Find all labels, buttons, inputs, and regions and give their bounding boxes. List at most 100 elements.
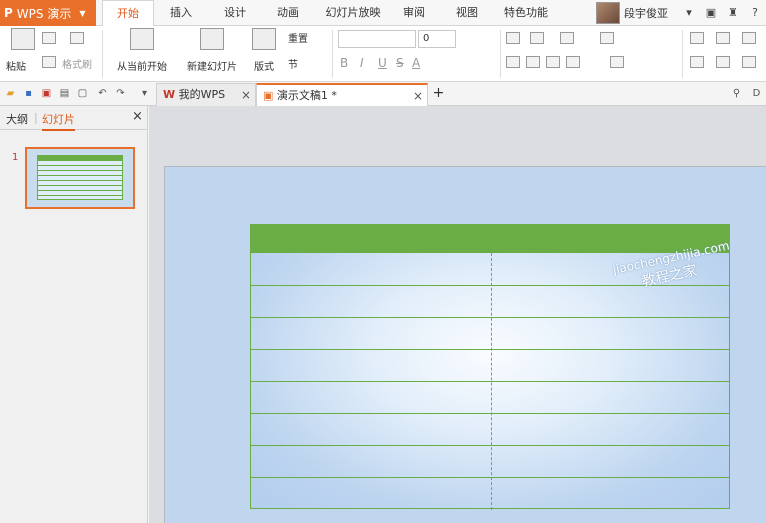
print-icon[interactable]: ▤ bbox=[58, 87, 71, 100]
table-row-line bbox=[251, 381, 729, 382]
bold-button[interactable]: B bbox=[340, 56, 348, 70]
paste-button[interactable]: 粘贴 bbox=[6, 28, 40, 73]
table-row-line bbox=[251, 445, 729, 446]
align-left-icon[interactable] bbox=[506, 56, 520, 68]
fill-icon[interactable] bbox=[742, 32, 756, 44]
copy-icon[interactable] bbox=[42, 56, 56, 68]
outline-icon[interactable] bbox=[742, 56, 756, 68]
shirt-icon[interactable]: ♜ bbox=[725, 5, 741, 21]
indent-icon[interactable] bbox=[560, 32, 574, 44]
arrange-icon[interactable] bbox=[716, 56, 730, 68]
app-name: WPS 演示 bbox=[16, 6, 72, 21]
tab-animation[interactable]: 动画 bbox=[267, 0, 309, 26]
layout-button[interactable]: 版式 bbox=[248, 28, 280, 73]
from-current-button[interactable]: 从当前开始 bbox=[110, 28, 174, 73]
divider bbox=[332, 30, 333, 78]
font-name-select[interactable] bbox=[338, 30, 416, 48]
tab-insert[interactable]: 插入 bbox=[160, 0, 202, 26]
underline-button[interactable]: U bbox=[378, 56, 387, 70]
table-row-line bbox=[251, 413, 729, 414]
line-spacing-icon[interactable] bbox=[610, 56, 624, 68]
add-tab-button[interactable]: + bbox=[432, 86, 445, 100]
ribbon-toolbar: 粘贴 格式刷 从当前开始 新建幻灯片 版式 重置 节 0 B I U S A bbox=[0, 26, 766, 82]
customize-icon[interactable]: ▾ bbox=[138, 87, 151, 100]
new-slide-icon bbox=[200, 28, 224, 50]
picture-icon[interactable] bbox=[716, 32, 730, 44]
doc-tab-mywps[interactable]: W 我的WPS × bbox=[156, 83, 256, 106]
chevron-down-icon: ▼ bbox=[79, 8, 86, 18]
redo-icon[interactable]: ↷ bbox=[114, 87, 127, 100]
tab-slides[interactable]: 幻灯片 bbox=[42, 111, 75, 131]
shapes-icon[interactable] bbox=[690, 56, 704, 68]
align-right-icon[interactable] bbox=[546, 56, 560, 68]
pin-icon[interactable]: ⚲ bbox=[730, 87, 743, 100]
menu-tab-bar: P WPS 演示 ▼ 开始 插入 设计 动画 幻灯片放映 审阅 视图 特色功能 … bbox=[0, 0, 766, 27]
font-size-select[interactable]: 0 bbox=[418, 30, 456, 48]
textbox-icon[interactable] bbox=[690, 32, 704, 44]
play-icon bbox=[130, 28, 154, 50]
app-menu-button[interactable]: P WPS 演示 ▼ bbox=[0, 0, 96, 26]
close-icon[interactable]: × bbox=[413, 85, 423, 107]
open-icon[interactable]: ▰ bbox=[4, 87, 17, 100]
thumbnail-table-body bbox=[37, 160, 123, 200]
undo-icon[interactable]: ↶ bbox=[96, 87, 109, 100]
layout-icon bbox=[252, 28, 276, 50]
slide-canvas[interactable] bbox=[164, 166, 766, 523]
chevron-down-icon[interactable]: ▾ bbox=[681, 5, 697, 21]
new-slide-button[interactable]: 新建幻灯片 bbox=[180, 28, 244, 73]
preview-icon[interactable]: ▢ bbox=[76, 87, 89, 100]
number-list-icon[interactable] bbox=[530, 32, 544, 44]
doc-tab-label: 演示文稿1 * bbox=[276, 89, 337, 102]
strike-button[interactable]: S bbox=[396, 56, 404, 70]
pane-tabs: 大纲 | 幻灯片 × bbox=[0, 106, 148, 131]
reset-button[interactable]: 重置 bbox=[288, 30, 308, 45]
close-pane-button[interactable]: × bbox=[132, 109, 143, 124]
doc-tab-presentation[interactable]: ▣ 演示文稿1 * × bbox=[256, 83, 428, 106]
table-column-divider bbox=[491, 253, 492, 510]
divider bbox=[682, 30, 683, 78]
tab-review[interactable]: 审阅 bbox=[397, 0, 431, 26]
close-icon[interactable]: × bbox=[241, 84, 251, 106]
tab-view[interactable]: 视图 bbox=[450, 0, 484, 26]
brush-icon bbox=[70, 32, 84, 44]
paste-label: 粘贴 bbox=[6, 62, 26, 73]
italic-button[interactable]: I bbox=[360, 56, 364, 70]
table-row-line bbox=[251, 349, 729, 350]
divider: | bbox=[34, 111, 38, 124]
tab-design[interactable]: 设计 bbox=[214, 0, 256, 26]
slide-thumbnail[interactable] bbox=[25, 147, 135, 209]
help-icon[interactable]: ? bbox=[747, 5, 763, 21]
from-current-label: 从当前开始 bbox=[117, 62, 167, 73]
justify-icon[interactable] bbox=[566, 56, 580, 68]
columns-icon[interactable] bbox=[600, 32, 614, 44]
quick-access-bar: ▰ ▪ ▣ ▤ ▢ ↶ ↷ ▾ W 我的WPS × ▣ 演示文稿1 * × + … bbox=[0, 82, 766, 106]
tab-outline[interactable]: 大纲 bbox=[6, 111, 28, 127]
align-center-icon[interactable] bbox=[526, 56, 540, 68]
section-button[interactable]: 节 bbox=[288, 56, 298, 71]
tab-slideshow[interactable]: 幻灯片放映 bbox=[320, 0, 386, 26]
divider bbox=[500, 30, 501, 78]
skin-icon[interactable]: D bbox=[750, 87, 763, 100]
wps-logo-icon: P bbox=[4, 6, 13, 20]
divider bbox=[102, 30, 103, 78]
format-painter-button[interactable]: 格式刷 bbox=[62, 56, 92, 71]
font-color-button[interactable]: A bbox=[412, 56, 420, 70]
doc-tab-label: 我的WPS bbox=[178, 88, 226, 101]
format-painter-label: 格式刷 bbox=[62, 60, 92, 71]
pdf-icon[interactable]: ▣ bbox=[40, 87, 53, 100]
editing-workspace bbox=[149, 106, 766, 523]
cut-icon[interactable] bbox=[42, 32, 56, 44]
tab-home[interactable]: 开始 bbox=[102, 0, 154, 27]
table-header-row[interactable] bbox=[251, 225, 729, 253]
tab-features[interactable]: 特色功能 bbox=[500, 0, 552, 26]
window-icon[interactable]: ▣ bbox=[703, 5, 719, 21]
user-area: 段宇俊亚 ▾ ▣ ♜ ? bbox=[596, 0, 766, 26]
save-icon[interactable]: ▪ bbox=[22, 87, 35, 100]
bullet-list-icon[interactable] bbox=[506, 32, 520, 44]
avatar[interactable] bbox=[596, 2, 620, 24]
user-name[interactable]: 段宇俊亚 bbox=[624, 5, 668, 21]
layout-label: 版式 bbox=[254, 62, 274, 73]
wps-logo-icon: W bbox=[163, 88, 176, 101]
presentation-icon: ▣ bbox=[263, 89, 274, 102]
section-label: 节 bbox=[288, 60, 298, 71]
